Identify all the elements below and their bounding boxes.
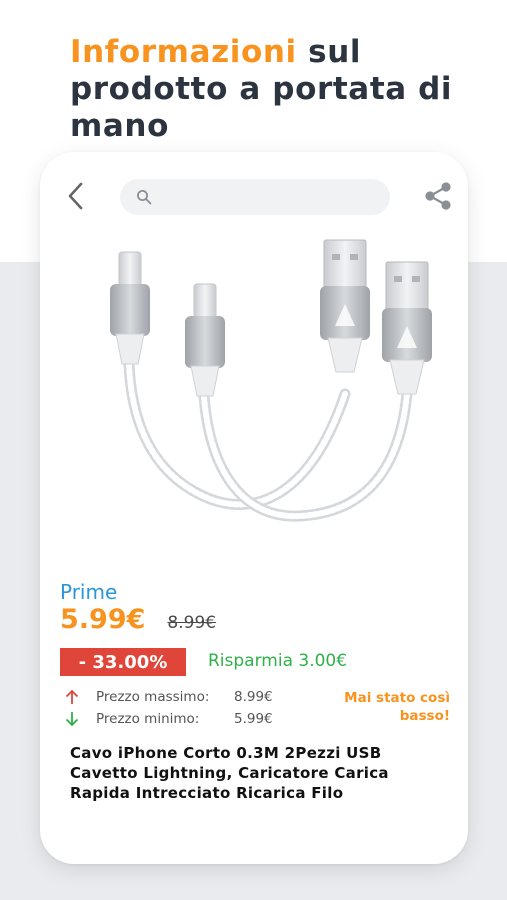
arrow-down-icon — [62, 709, 82, 729]
min-price-row: Prezzo minimo: 5.99€ — [62, 709, 273, 729]
search-bar[interactable] — [120, 179, 390, 215]
price-history: Prezzo massimo: 8.99€ Prezzo minimo: 5.9… — [62, 687, 273, 731]
share-icon — [425, 182, 451, 210]
prime-badge: Prime — [60, 580, 118, 604]
product-image[interactable] — [80, 234, 440, 544]
chevron-left-icon — [68, 182, 83, 210]
max-price-label: Prezzo massimo: — [96, 689, 210, 705]
original-price: 8.99€ — [167, 613, 217, 633]
lowest-price-note: Mai stato così basso! — [344, 690, 450, 724]
search-input[interactable] — [162, 182, 390, 212]
top-nav — [40, 170, 468, 224]
screen: Informazioni sul prodotto a portata di m… — [0, 0, 507, 900]
lightning-usb-cable-icon — [110, 239, 432, 522]
back-button[interactable] — [58, 178, 94, 214]
min-price-label: Prezzo minimo: — [96, 711, 200, 727]
current-price: 5.99€ — [60, 604, 146, 635]
phone-card: Prime 5.99€ 8.99€ - 33.00% Risparmia 3.0… — [40, 152, 468, 864]
headline-accent: Informazioni — [70, 34, 297, 70]
min-price-value: 5.99€ — [234, 711, 273, 727]
max-price-value: 8.99€ — [234, 689, 273, 705]
max-price-row: Prezzo massimo: 8.99€ — [62, 687, 273, 707]
search-icon — [137, 190, 152, 205]
product-title[interactable]: Cavo iPhone Corto 0.3M 2Pezzi USB Cavett… — [70, 743, 450, 803]
discount-badge: - 33.00% — [60, 648, 186, 676]
savings-text: Risparmia 3.00€ — [208, 651, 348, 671]
page-headline: Informazioni sul prodotto a portata di m… — [70, 34, 490, 145]
share-button[interactable] — [420, 178, 456, 214]
arrow-up-icon — [62, 687, 82, 707]
price-row: 5.99€ 8.99€ — [60, 604, 216, 635]
